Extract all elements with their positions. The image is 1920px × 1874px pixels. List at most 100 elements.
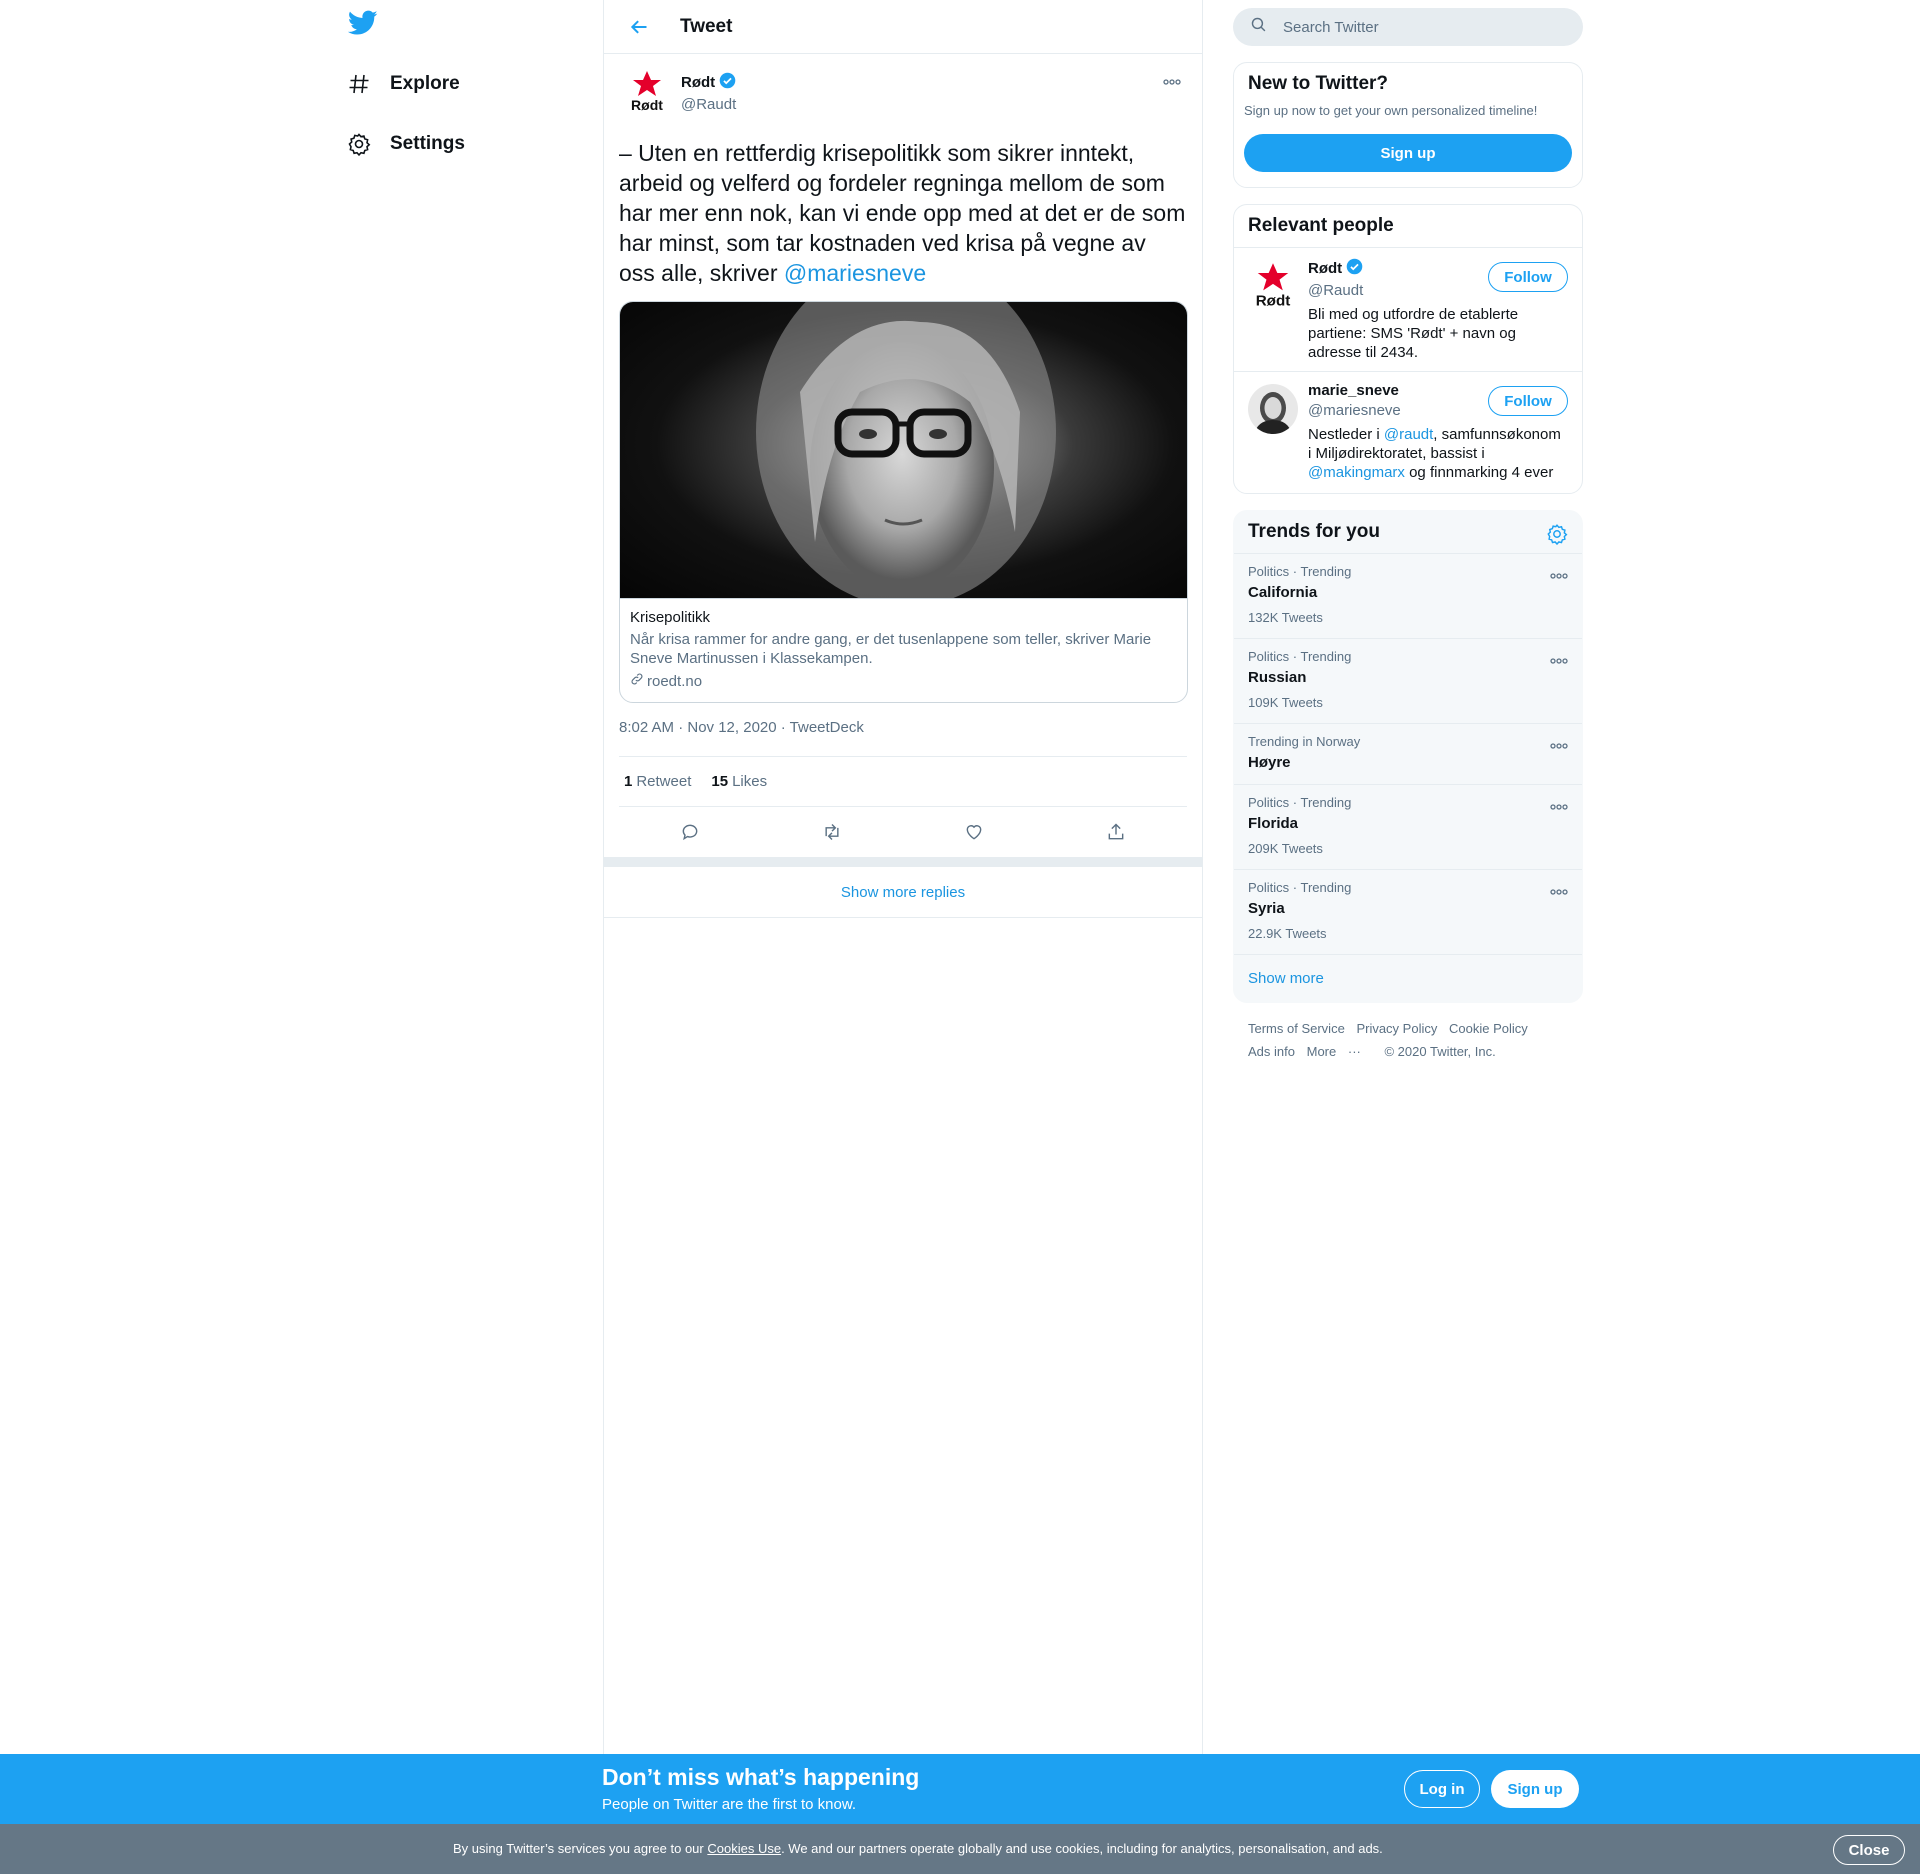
cookie-bar: By using Twitter’s services you agree to… [0, 1824, 1920, 1874]
back-arrow-icon[interactable] [624, 12, 654, 42]
footer-cookie-link[interactable]: Cookie Policy [1449, 1021, 1528, 1036]
cookie-text-2: . We and our partners operate globally a… [781, 1841, 1383, 1856]
trends-settings-gear-icon[interactable] [1546, 523, 1568, 546]
card-link: roedt.no [630, 672, 1177, 690]
nav-settings[interactable]: Settings [346, 124, 465, 164]
gear-icon [346, 131, 372, 157]
banner-subtitle: People on Twitter are the first to know. [602, 1796, 857, 1813]
page-title: Tweet [680, 15, 733, 37]
trend-meta: Politics · Trending [1248, 880, 1352, 895]
search-icon [1250, 16, 1267, 38]
nav-explore-label: Explore [390, 73, 460, 94]
card-body: Krisepolitikk Når krisa rammer for andre… [620, 598, 1187, 702]
person-name: marie_sneve [1308, 382, 1399, 399]
new-to-twitter-panel: New to Twitter? Sign up now to get your … [1233, 62, 1583, 188]
more-options-icon[interactable] [1550, 736, 1570, 750]
trend-name: Florida [1248, 815, 1299, 832]
tweet-meta: 8:02 AM · Nov 12, 2020 · TweetDeck [619, 719, 1187, 757]
login-button[interactable]: Log in [1404, 1770, 1480, 1808]
verified-badge-icon [1346, 258, 1363, 279]
retweets-stat[interactable]: 1 Retweet [624, 773, 691, 790]
cookie-text-1: By using Twitter’s services you agree to… [453, 1841, 708, 1856]
person-raudt[interactable]: Rødt Rødt @Raudt Bli med og utfordre de … [1234, 247, 1582, 371]
retweet-icon[interactable] [812, 812, 852, 852]
hashtag-icon [346, 71, 372, 97]
like-icon[interactable] [954, 812, 994, 852]
trend-item[interactable]: Trending in Norway Høyre [1234, 723, 1582, 784]
follow-button[interactable]: Follow [1488, 262, 1568, 292]
nav-explore[interactable]: Explore [346, 64, 460, 104]
reply-icon[interactable] [670, 812, 710, 852]
avatar-logo-text: Rødt [1256, 293, 1291, 310]
cookies-use-link[interactable]: Cookies Use [707, 1841, 781, 1856]
trend-meta: Politics · Trending [1248, 649, 1352, 664]
trend-item[interactable]: Politics · Trending Florida 209K Tweets [1234, 784, 1582, 869]
more-options-icon[interactable] [1550, 797, 1570, 811]
trends-show-more-link[interactable]: Show more [1234, 954, 1582, 1002]
more-options-icon[interactable] [1550, 566, 1570, 580]
link-card[interactable]: Krisepolitikk Når krisa rammer for andre… [619, 301, 1188, 703]
card-title: Krisepolitikk [630, 609, 711, 626]
likes-stat[interactable]: 15 Likes [711, 773, 767, 790]
nav-settings-label: Settings [390, 133, 465, 154]
tweet-actions [619, 807, 1187, 857]
trend-count: 109K Tweets [1248, 695, 1323, 710]
new-to-twitter-subtitle: Sign up now to get your own personalized… [1244, 103, 1538, 118]
footer-links: Terms of Service Privacy Policy Cookie P… [1233, 1003, 1583, 1077]
trend-item[interactable]: Politics · Trending Syria 22.9K Tweets [1234, 869, 1582, 954]
tweet: Rødt Rødt @Raudt – Uten en rettferdig kr… [604, 54, 1202, 857]
person-bio: Bli med og utfordre de etablerte partien… [1308, 306, 1519, 361]
right-sidebar: Search Twitter New to Twitter? Sign up n… [1233, 0, 1583, 1077]
likes-label: Likes [732, 773, 768, 790]
footer-privacy-link[interactable]: Privacy Policy [1356, 1021, 1437, 1036]
footer-terms-link[interactable]: Terms of Service [1248, 1021, 1345, 1036]
footer-ads-link[interactable]: Ads info [1248, 1044, 1295, 1059]
trend-meta: Politics · Trending [1248, 564, 1352, 579]
banner-title: Don’t miss what’s happening [602, 1764, 920, 1790]
footer-more-label: More [1306, 1044, 1337, 1059]
more-options-icon[interactable] [1159, 74, 1185, 90]
tweet-mention-link[interactable]: @mariesneve [784, 260, 926, 286]
banner-signup-button[interactable]: Sign up [1491, 1770, 1579, 1808]
trend-count: 22.9K Tweets [1248, 926, 1327, 941]
trend-name: California [1248, 584, 1318, 601]
verified-badge-icon [719, 72, 736, 93]
cookie-close-button[interactable]: Close [1833, 1835, 1905, 1865]
avatar-logo-text: Rødt [631, 97, 663, 113]
footer-more-link[interactable]: More ··· [1307, 1044, 1369, 1059]
twitter-logo-icon[interactable] [347, 10, 380, 42]
main-column: Tweet Rødt Rødt @Raudt – Uten en rettfer… [603, 0, 1203, 1874]
more-dots-icon: ··· [1347, 1044, 1361, 1059]
person-bio: Nestleder i @raudt, samfunnsøkonom i Mil… [1308, 425, 1568, 482]
main-header: Tweet [604, 0, 1202, 54]
avatar[interactable]: Rødt [624, 68, 670, 114]
avatar [1248, 384, 1298, 434]
card-description: Når krisa rammer for andre gang, er det … [630, 631, 1152, 667]
trend-count: 209K Tweets [1248, 841, 1323, 856]
trends-panel: Trends for you Politics · Trending Calif… [1233, 510, 1583, 1003]
trends-title: Trends for you [1248, 521, 1380, 542]
trend-item[interactable]: Politics · Trending Russian 109K Tweets [1234, 638, 1582, 723]
bio-mention-raudt[interactable]: @raudt [1384, 426, 1433, 443]
footer-copyright: © 2020 Twitter, Inc. [1384, 1044, 1496, 1059]
follow-button[interactable]: Follow [1488, 386, 1568, 416]
trend-item[interactable]: Politics · Trending California 132K Twee… [1234, 553, 1582, 638]
sidebar-signup-button[interactable]: Sign up [1244, 134, 1572, 172]
more-options-icon[interactable] [1550, 882, 1570, 896]
search-input[interactable]: Search Twitter [1233, 8, 1583, 46]
share-icon[interactable] [1096, 812, 1136, 852]
show-more-replies-link[interactable]: Show more replies [604, 867, 1202, 918]
tweet-stats: 1 Retweet 15 Likes [619, 757, 1187, 807]
author-handle: @Raudt [681, 96, 737, 113]
bio-mention-makingmarx[interactable]: @makingmarx [1308, 464, 1405, 481]
section-separator [604, 857, 1202, 867]
avatar: Rødt [1248, 260, 1298, 310]
search-placeholder: Search Twitter [1283, 18, 1379, 36]
likes-count: 15 [711, 773, 729, 790]
person-mariesneve[interactable]: marie_sneve @mariesneve Nestleder i @rau… [1234, 371, 1582, 493]
more-options-icon[interactable] [1550, 651, 1570, 665]
link-icon [630, 672, 644, 690]
tweet-author[interactable]: Rødt @Raudt [681, 72, 736, 113]
person-name: Rødt [1308, 260, 1343, 277]
retweets-label: Retweet [636, 773, 692, 790]
